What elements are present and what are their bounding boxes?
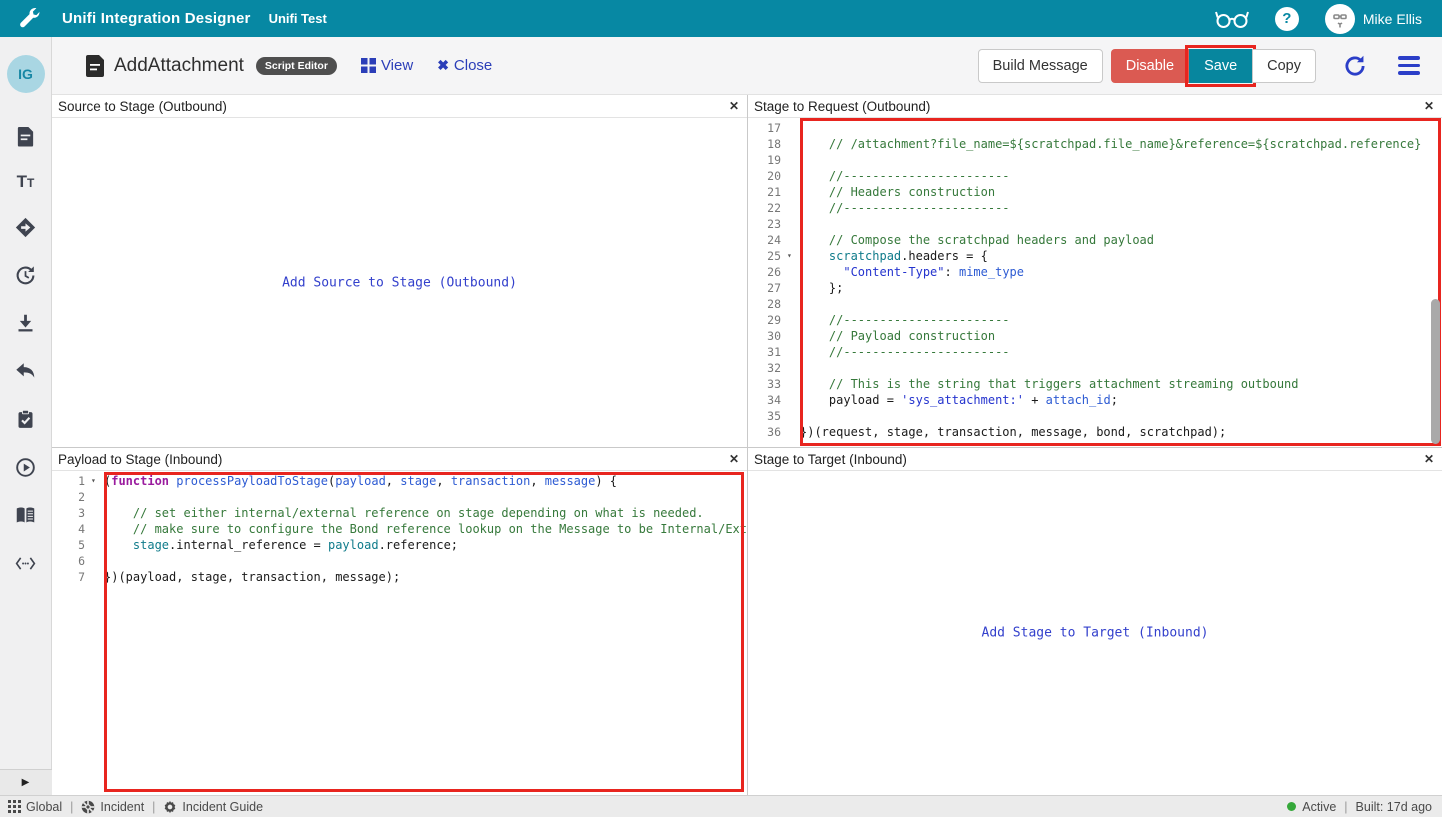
sidebar-collapse-toggle[interactable]: ▶: [0, 769, 52, 795]
close-x-icon: ✖: [437, 57, 449, 74]
scrollbar-track[interactable]: [1430, 118, 1441, 447]
menu-icon[interactable]: [1398, 56, 1420, 75]
panel-title: Stage to Target (Inbound): [754, 452, 1424, 467]
active-status-label: Active: [1302, 800, 1336, 814]
preview-glasses-icon[interactable]: [1215, 8, 1249, 30]
panel-title: Payload to Stage (Inbound): [58, 452, 729, 467]
docs-icon[interactable]: [15, 504, 37, 526]
panel-title: Source to Stage (Outbound): [58, 99, 729, 114]
integration-avatar[interactable]: IG: [7, 55, 45, 93]
left-sidebar: IG TT ▶: [0, 37, 52, 795]
save-button[interactable]: Save: [1189, 49, 1252, 83]
panel-title: Stage to Request (Outbound): [754, 99, 1424, 114]
close-button[interactable]: ✖ Close: [437, 57, 492, 74]
active-status-dot: [1287, 802, 1296, 811]
flow-icon[interactable]: [15, 216, 37, 238]
tasks-icon[interactable]: [15, 408, 37, 430]
download-icon[interactable]: [15, 312, 37, 334]
panel-grid: Source to Stage (Outbound) ✕ Add Source …: [52, 95, 1442, 795]
panel-stage-to-target: Stage to Target (Inbound) ✕ Add Stage to…: [748, 448, 1442, 795]
view-button[interactable]: View: [361, 57, 413, 74]
status-bar: Global | Incident | Incident Guide Activ…: [0, 795, 1442, 817]
process-selector[interactable]: Incident: [81, 800, 144, 814]
integration-selector[interactable]: Incident Guide: [163, 800, 263, 814]
document-toolbar: AddAttachment Script Editor View ✖ Close…: [0, 37, 1442, 95]
page-title: AddAttachment: [114, 55, 244, 77]
panel-close-icon[interactable]: ✕: [1424, 99, 1434, 113]
disable-button[interactable]: Disable: [1111, 49, 1189, 83]
panel-close-icon[interactable]: ✕: [729, 99, 739, 113]
script-document-icon: [86, 55, 106, 77]
add-source-to-stage-link[interactable]: Add Source to Stage (Outbound): [52, 275, 747, 290]
top-app-bar: Unifi Integration Designer Unifi Test ? …: [0, 0, 1442, 37]
code-lines[interactable]: // /attachment?file_name=${scratchpad.fi…: [800, 118, 1442, 447]
scope-selector[interactable]: Global: [8, 800, 62, 814]
script-editor-badge: Script Editor: [256, 57, 337, 75]
add-stage-to-target-link[interactable]: Add Stage to Target (Inbound): [748, 626, 1442, 641]
panel-close-icon[interactable]: ✕: [1424, 452, 1434, 466]
history-icon[interactable]: [15, 264, 37, 286]
run-icon[interactable]: [15, 456, 37, 478]
panel-payload-to-stage: Payload to Stage (Inbound) ✕ 1▾234567 (f…: [52, 448, 747, 795]
scrollbar-thumb[interactable]: [1431, 299, 1440, 444]
separator: |: [70, 800, 73, 814]
separator: |: [1344, 800, 1347, 814]
built-ago-label: Built: 17d ago: [1356, 800, 1432, 814]
text-icon[interactable]: TT: [17, 173, 35, 190]
code-editor-stage-request: 171819202122232425▾262728293031323334353…: [748, 118, 1442, 447]
panel-stage-to-request: Stage to Request (Outbound) ✕ 1718192021…: [748, 95, 1442, 447]
copy-button[interactable]: Copy: [1252, 49, 1316, 83]
refresh-icon[interactable]: [1342, 53, 1368, 79]
build-message-button[interactable]: Build Message: [978, 49, 1103, 83]
code-lines[interactable]: (function processPayloadToStage(payload,…: [104, 471, 747, 795]
process-icon: [81, 800, 95, 814]
gutter: 171819202122232425▾262728293031323334353…: [748, 118, 800, 447]
gutter: 1▾234567: [52, 471, 104, 795]
help-icon[interactable]: ?: [1275, 7, 1299, 31]
script-icon[interactable]: [15, 125, 37, 147]
code-icon[interactable]: [15, 552, 37, 574]
panel-source-to-stage: Source to Stage (Outbound) ✕ Add Source …: [52, 95, 747, 447]
separator: |: [152, 800, 155, 814]
wrench-icon[interactable]: [16, 6, 42, 32]
environment-name: Unifi Test: [269, 11, 327, 26]
app-title: Unifi Integration Designer: [62, 10, 251, 27]
user-name[interactable]: Mike Ellis: [1363, 11, 1422, 27]
undo-icon[interactable]: [15, 360, 37, 382]
panel-close-icon[interactable]: ✕: [729, 452, 739, 466]
user-avatar[interactable]: [1325, 4, 1355, 34]
gear-icon: [163, 800, 177, 814]
grid-dots-icon: [8, 800, 21, 813]
grid-view-icon: [361, 58, 376, 73]
code-editor-payload-stage: 1▾234567 (function processPayloadToStage…: [52, 471, 747, 795]
